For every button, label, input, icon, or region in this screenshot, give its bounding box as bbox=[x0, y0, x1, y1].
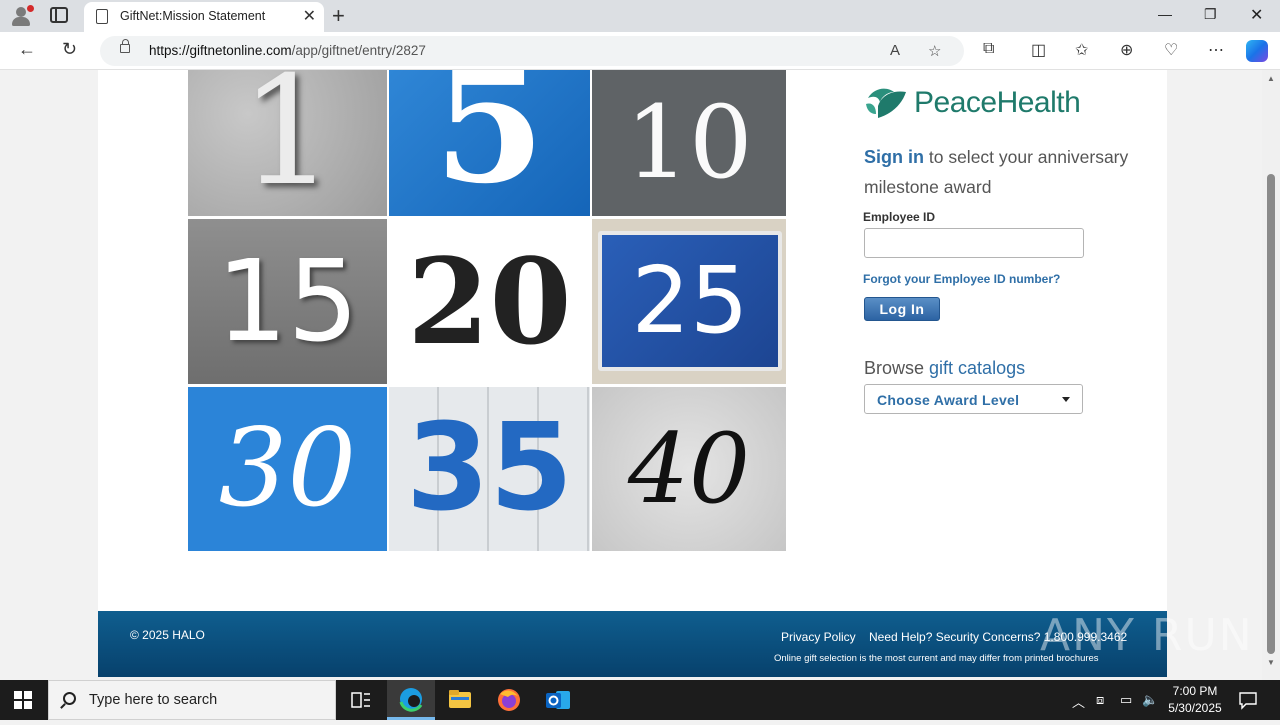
refresh-icon[interactable]: ↻ bbox=[62, 39, 77, 60]
clock-date: 5/30/2025 bbox=[1168, 701, 1222, 715]
scroll-down-icon[interactable]: ▼ bbox=[1267, 658, 1275, 667]
tab-close-icon[interactable]: ✕ bbox=[303, 6, 316, 26]
collections-icon[interactable]: ⊕ bbox=[1120, 40, 1133, 60]
scrollbar-thumb[interactable] bbox=[1267, 174, 1275, 654]
tray-chevron-icon[interactable]: ︿ bbox=[1072, 692, 1085, 711]
volume-icon[interactable]: 🔈 bbox=[1142, 692, 1158, 708]
minimize-icon[interactable]: — bbox=[1158, 6, 1172, 22]
address-bar[interactable]: https://giftnetonline.com/app/giftnet/en… bbox=[100, 36, 964, 66]
award-level-select[interactable]: Choose Award Level bbox=[864, 384, 1083, 414]
scroll-up-icon[interactable]: ▲ bbox=[1267, 74, 1275, 83]
outlook-icon[interactable] bbox=[534, 680, 582, 720]
browse-heading: Browse gift catalogs bbox=[864, 358, 1025, 379]
privacy-policy-link[interactable]: Privacy Policy bbox=[781, 630, 856, 644]
lock-icon[interactable] bbox=[120, 39, 130, 53]
copyright-text: © 2025 HALO bbox=[130, 628, 205, 642]
milestone-tile-25: 25 bbox=[592, 219, 786, 384]
profile-icon[interactable] bbox=[10, 5, 34, 27]
window-close-icon[interactable]: ✕ bbox=[1250, 5, 1263, 25]
dove-leaf-icon bbox=[866, 88, 906, 118]
file-explorer-icon[interactable] bbox=[436, 680, 484, 720]
tab-title: GiftNet:Mission Statement bbox=[120, 9, 266, 23]
firefox-icon[interactable] bbox=[485, 680, 533, 720]
back-icon[interactable]: ← bbox=[18, 39, 36, 60]
split-screen-icon[interactable]: ◫ bbox=[1031, 40, 1046, 60]
browser-tab-bar: GiftNet:Mission Statement ✕ + — ❐ ✕ bbox=[0, 0, 1280, 32]
milestone-tile-35: 35 bbox=[389, 387, 590, 551]
forgot-employee-id-link[interactable]: Forgot your Employee ID number? bbox=[863, 272, 1060, 286]
milestone-tile-40: 40 bbox=[592, 387, 786, 551]
milestone-image-grid: 1 5 10 15 20 25 30 35 40 bbox=[188, 70, 786, 551]
tab-actions-icon[interactable] bbox=[50, 7, 68, 23]
favorites-icon[interactable]: ✩ bbox=[1075, 40, 1088, 60]
favorite-star-icon[interactable]: ☆ bbox=[928, 42, 941, 60]
page-content: 1 5 10 15 20 25 30 35 40 PeaceHealth Sig… bbox=[98, 70, 1167, 611]
anyrun-watermark: ANY RUN bbox=[1040, 610, 1254, 661]
browse-prefix: Browse bbox=[864, 358, 930, 378]
brand-name: PeaceHealth bbox=[914, 86, 1081, 119]
search-icon bbox=[63, 692, 76, 705]
network-icon[interactable]: ▭ bbox=[1120, 692, 1132, 708]
signin-link[interactable]: Sign in bbox=[864, 147, 924, 167]
milestone-tile-10: 10 bbox=[592, 70, 786, 216]
employee-id-label: Employee ID bbox=[863, 210, 936, 224]
taskbar-search-box[interactable]: Type here to search bbox=[48, 680, 336, 720]
milestone-tile-5: 5 bbox=[389, 70, 590, 216]
copilot-icon[interactable] bbox=[1246, 40, 1268, 62]
url-text[interactable]: https://giftnetonline.com/app/giftnet/en… bbox=[149, 43, 426, 58]
employee-id-input[interactable] bbox=[864, 228, 1084, 258]
task-view-icon[interactable] bbox=[336, 680, 384, 720]
restore-icon[interactable]: ❐ bbox=[1204, 6, 1217, 23]
browser-essentials-icon[interactable]: ♡ bbox=[1164, 40, 1178, 60]
milestone-tile-1: 1 bbox=[188, 70, 387, 216]
page-viewport: 1 5 10 15 20 25 30 35 40 PeaceHealth Sig… bbox=[0, 70, 1262, 680]
address-toolbar: ← ↻ https://giftnetonline.com/app/giftne… bbox=[0, 32, 1280, 70]
more-options-icon[interactable]: ⋯ bbox=[1208, 40, 1224, 60]
clock-time: 7:00 PM bbox=[1172, 684, 1218, 698]
gift-catalogs-link[interactable]: gift catalogs bbox=[929, 358, 1025, 378]
peacehealth-logo: PeaceHealth bbox=[864, 82, 1104, 124]
award-level-value: Choose Award Level bbox=[877, 392, 1020, 408]
extensions-icon[interactable]: ⧉ bbox=[983, 40, 994, 58]
taskbar-search-placeholder: Type here to search bbox=[89, 692, 218, 708]
milestone-tile-30: 30 bbox=[188, 387, 387, 551]
windows-taskbar: Type here to search ︿ ⧈ ▭ 🔈 7:00 PM 5/30… bbox=[0, 680, 1280, 720]
page-footer: © 2025 HALO Privacy Policy Need Help? Se… bbox=[98, 611, 1167, 677]
windows-start-icon[interactable] bbox=[14, 691, 32, 709]
caret-down-icon bbox=[1062, 397, 1070, 402]
edge-taskbar-icon[interactable] bbox=[387, 680, 435, 720]
milestone-tile-15: 15 bbox=[188, 219, 387, 384]
notifications-icon[interactable] bbox=[1238, 690, 1258, 710]
tray-device-icon[interactable]: ⧈ bbox=[1096, 692, 1104, 708]
new-tab-icon[interactable]: + bbox=[332, 3, 345, 29]
taskbar-clock[interactable]: 7:00 PM 5/30/2025 bbox=[1160, 683, 1230, 717]
milestone-tile-20: 20 bbox=[389, 219, 590, 384]
signin-prompt: Sign in to select your anniversary miles… bbox=[864, 142, 1144, 202]
page-scrollbar[interactable]: ▲ ▼ bbox=[1262, 70, 1280, 680]
page-favicon-icon bbox=[96, 9, 108, 24]
read-aloud-icon[interactable]: A bbox=[890, 42, 900, 59]
browser-tab[interactable]: GiftNet:Mission Statement ✕ bbox=[84, 2, 324, 32]
login-button[interactable]: Log In bbox=[864, 297, 940, 321]
